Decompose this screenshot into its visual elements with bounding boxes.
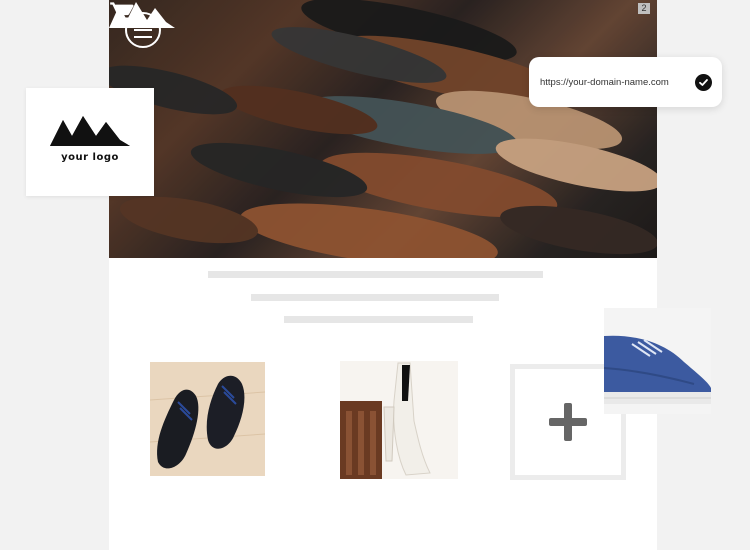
logo-card[interactable]: your logo xyxy=(26,88,154,196)
product-tile-black-shoes[interactable] xyxy=(150,362,265,476)
check-circle-icon xyxy=(695,73,712,91)
logo-label: your logo xyxy=(61,152,119,163)
black-dress-shoes-image xyxy=(150,362,265,476)
domain-field[interactable]: https://your-domain-name.com xyxy=(529,57,722,107)
white-high-heels-image xyxy=(340,361,458,479)
subtitle-placeholder xyxy=(251,294,499,301)
product-tile-white-heels[interactable] xyxy=(340,361,458,479)
cart-count-badge: 2 xyxy=(638,3,650,14)
hero-banner: 2 xyxy=(109,0,657,258)
text-placeholder xyxy=(284,316,473,323)
plus-icon xyxy=(549,403,587,441)
blue-sneaker-image xyxy=(604,308,711,414)
title-placeholder xyxy=(208,271,543,278)
shoes-photo xyxy=(109,0,657,258)
domain-url: https://your-domain-name.com xyxy=(540,76,669,88)
shopping-cart-icon[interactable] xyxy=(109,0,137,28)
sneaker-image[interactable] xyxy=(604,308,711,414)
mountain-logo-icon xyxy=(50,116,130,146)
